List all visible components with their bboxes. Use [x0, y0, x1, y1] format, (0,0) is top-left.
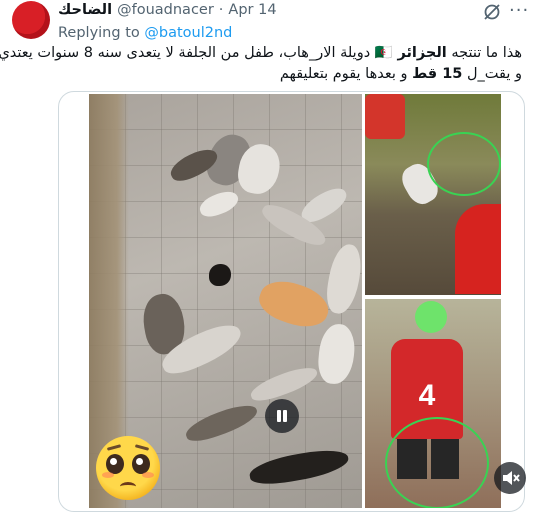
tweet-text-line-2: و يقت_ل 15 قط و بعدها يقوم بتعليقهم: [58, 64, 522, 85]
video-frame-top-right: [365, 94, 501, 295]
author-name[interactable]: الضاحك: [58, 2, 112, 18]
tweet-text-bold: 15 قط: [412, 66, 463, 82]
tweet-text-line-1: هذا ما تنتجه الجزائر 🇩🇿 دويلة الار_هاب، …: [0, 43, 522, 64]
tweet-header: الضاحك @fouadnacer · Apr 14: [58, 2, 277, 18]
tweet-text: هذا ما تنتجه: [446, 45, 522, 61]
grok-icon[interactable]: [482, 2, 502, 22]
tweet-text: دويلة الار_هاب، طفل من الجلفة لا يتعدى س…: [0, 45, 375, 61]
tweet-date[interactable]: Apr 14: [228, 2, 276, 18]
algeria-flag-icon: 🇩🇿: [374, 45, 393, 61]
author-handle[interactable]: @fouadnacer: [117, 2, 214, 18]
pause-button[interactable]: [265, 399, 299, 433]
mute-button[interactable]: [494, 462, 526, 494]
tweet-text: و يقت_ل: [462, 66, 522, 82]
tweet-text-bold: الجزائر: [397, 45, 447, 61]
replying-to-handle[interactable]: @batoul2nd: [144, 25, 232, 41]
speaker-muted-icon: [503, 471, 520, 485]
avatar[interactable]: [12, 1, 50, 39]
video-frame-bottom-right: 4: [365, 299, 501, 508]
jersey-number: 4: [418, 379, 436, 412]
header-separator: ·: [218, 2, 224, 18]
tweet-text: و بعدها يقوم بتعليقهم: [279, 66, 413, 82]
replying-to-label: Replying to: [58, 25, 145, 41]
replying-to: Replying to @batoul2nd: [58, 25, 232, 41]
more-options-icon[interactable]: ···: [509, 0, 529, 21]
pleading-face-emoji: [96, 436, 160, 500]
